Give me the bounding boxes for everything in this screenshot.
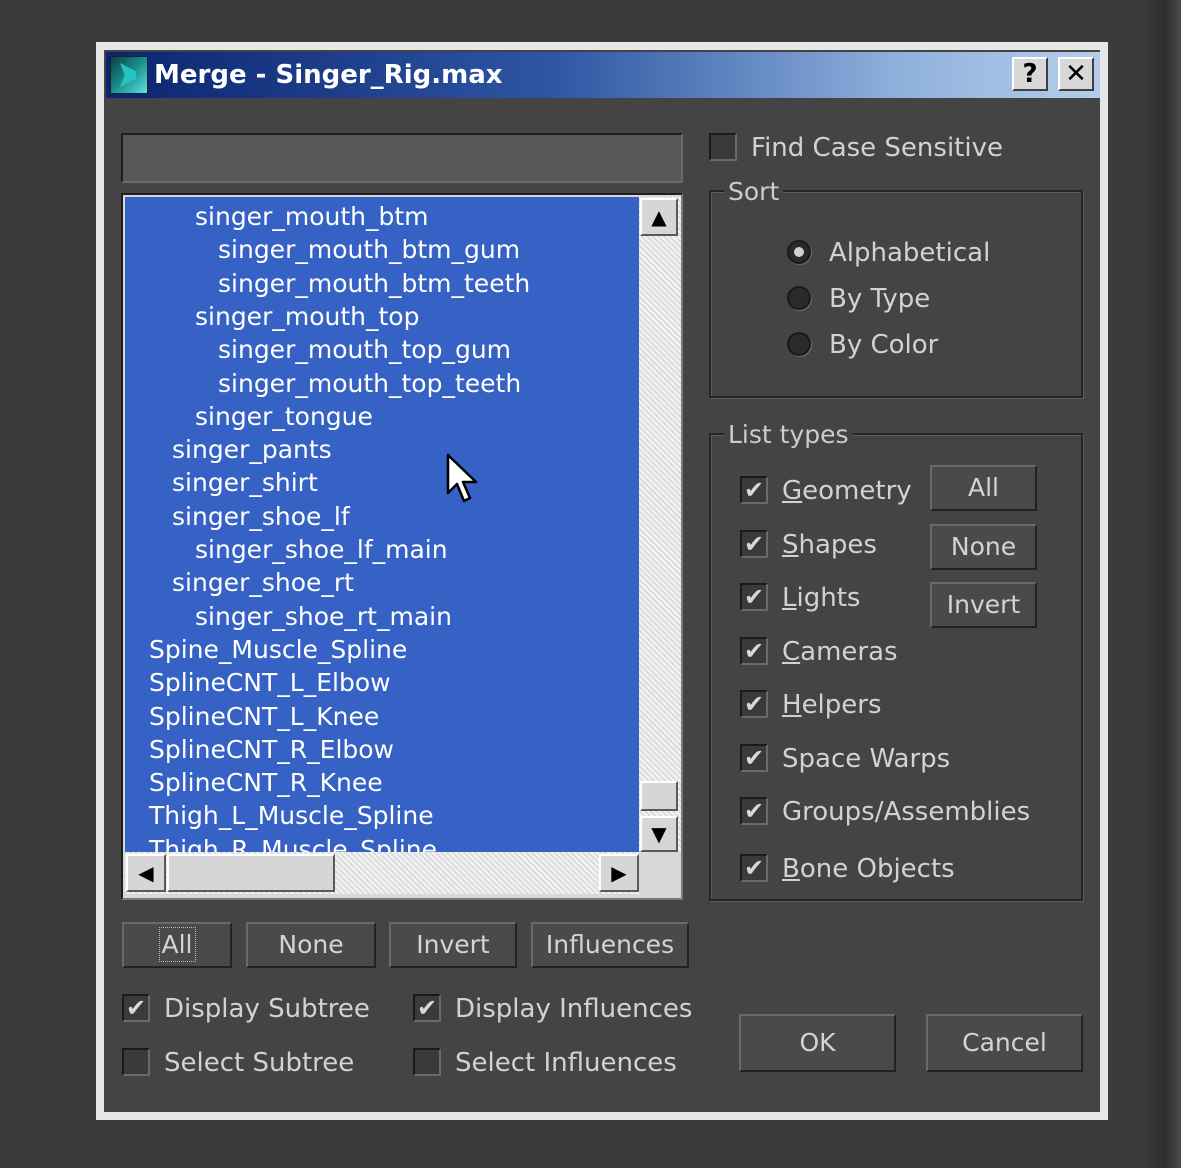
object-list-item[interactable]: singer_pants	[172, 435, 332, 465]
select-all-button[interactable]: All	[122, 922, 232, 968]
cameras-label: Cameras	[782, 637, 898, 667]
object-list-item[interactable]: singer_mouth_btm	[195, 202, 429, 232]
space-warps-checkbox[interactable]: ✔	[740, 744, 768, 772]
types-none-button[interactable]: None	[930, 524, 1037, 570]
scroll-down-arrow-icon[interactable]: ▼	[640, 816, 678, 852]
object-list-item[interactable]: singer_shoe_lf_main	[195, 535, 448, 565]
object-list-item[interactable]: singer_mouth_top_teeth	[218, 369, 521, 399]
display-subtree-checkbox[interactable]: ✔	[122, 994, 150, 1022]
object-list-item[interactable]: SplineCNT_R_Elbow	[149, 735, 394, 765]
mouse-cursor-icon	[446, 453, 478, 503]
scroll-right-arrow-icon[interactable]: ▶	[599, 854, 639, 892]
close-button[interactable]: ✕	[1058, 57, 1094, 91]
sort-alphabetical-radio[interactable]	[787, 240, 811, 264]
object-list-item[interactable]: singer_shoe_lf	[172, 502, 350, 532]
object-list-item[interactable]: SplineCNT_R_Knee	[149, 768, 383, 798]
select-influences-checkbox[interactable]	[413, 1048, 441, 1076]
bone-objects-checkbox[interactable]: ✔	[740, 854, 768, 882]
find-case-sensitive-label: Find Case Sensitive	[751, 133, 1003, 163]
sort-alphabetical-label: Alphabetical	[829, 238, 991, 268]
scroll-left-arrow-icon[interactable]: ◀	[126, 854, 166, 892]
horizontal-scrollbar[interactable]: ◀ ▶	[125, 852, 639, 894]
select-all-label: All	[158, 927, 196, 962]
display-subtree-label: Display Subtree	[164, 994, 370, 1024]
object-list-item[interactable]: Thigh_L_Muscle_Spline	[149, 801, 434, 831]
select-subtree-label: Select Subtree	[164, 1048, 355, 1078]
object-list-item[interactable]: SplineCNT_L_Knee	[149, 702, 379, 732]
invert-selection-label: Invert	[416, 930, 490, 959]
object-list-item[interactable]: SplineCNT_L_Elbow	[149, 668, 391, 698]
object-list-item[interactable]: Spine_Muscle_Spline	[149, 635, 407, 665]
background-panel	[1140, 0, 1181, 1168]
invert-selection-button[interactable]: Invert	[389, 922, 517, 968]
sort-by-type-radio[interactable]	[787, 286, 811, 310]
ok-button[interactable]: OK	[739, 1014, 896, 1072]
sort-group-title: Sort	[724, 177, 784, 207]
object-list-item[interactable]: singer_mouth_btm_teeth	[218, 269, 530, 299]
search-input[interactable]	[121, 133, 683, 183]
sort-by-type-label: By Type	[829, 284, 931, 314]
helpers-checkbox[interactable]: ✔	[740, 690, 768, 718]
types-all-button[interactable]: All	[930, 465, 1037, 511]
types-invert-button[interactable]: Invert	[930, 582, 1037, 628]
bone-objects-label: Bone Objects	[782, 854, 955, 884]
scroll-corner	[639, 852, 681, 894]
cancel-button[interactable]: Cancel	[926, 1014, 1083, 1072]
find-case-sensitive-checkbox[interactable]	[709, 133, 737, 161]
lights-label: Lights	[782, 583, 861, 613]
list-types-group-title: List types	[724, 420, 853, 450]
scroll-up-arrow-icon[interactable]: ▲	[640, 198, 678, 236]
lights-checkbox[interactable]: ✔	[740, 583, 768, 611]
space-warps-label: Space Warps	[782, 744, 951, 774]
object-list-item[interactable]: singer_shoe_rt	[172, 568, 354, 598]
shapes-checkbox[interactable]: ✔	[740, 530, 768, 558]
influences-label: Influences	[545, 930, 675, 959]
object-list-item[interactable]: singer_shoe_rt_main	[195, 602, 452, 632]
display-influences-checkbox[interactable]: ✔	[413, 994, 441, 1022]
object-list-item[interactable]: Thigh_R_Muscle_Spline	[149, 835, 437, 852]
shapes-label: Shapes	[782, 530, 877, 560]
object-list-item[interactable]: singer_mouth_top	[195, 302, 419, 332]
select-none-button[interactable]: None	[246, 922, 376, 968]
object-listbox[interactable]: singer_mouth_btm singer_mouth_btm_gumsing…	[121, 193, 683, 900]
groups-assemblies-label: Groups/Assemblies	[782, 797, 1031, 827]
object-list-item[interactable]: singer_tongue	[195, 402, 373, 432]
object-list-item[interactable]: singer_mouth_btm_gum	[218, 235, 520, 265]
object-list[interactable]: singer_mouth_btm singer_mouth_btm_gumsing…	[125, 197, 639, 852]
help-button[interactable]: ?	[1012, 57, 1048, 91]
sort-by-color-label: By Color	[829, 330, 939, 360]
sort-by-color-radio[interactable]	[787, 332, 811, 356]
influences-button[interactable]: Influences	[531, 922, 689, 968]
object-list-item[interactable]: singer_shirt	[172, 468, 318, 498]
groups-assemblies-checkbox[interactable]: ✔	[740, 797, 768, 825]
cameras-checkbox[interactable]: ✔	[740, 637, 768, 665]
helpers-label: Helpers	[782, 690, 882, 720]
geometry-label: Geometry	[782, 476, 912, 506]
dialog-title: Merge - Singer_Rig.max	[154, 60, 503, 90]
geometry-checkbox[interactable]: ✔	[740, 476, 768, 504]
app-icon	[110, 56, 148, 94]
horizontal-scroll-thumb[interactable]	[167, 854, 335, 892]
select-subtree-checkbox[interactable]	[122, 1048, 150, 1076]
select-none-label: None	[278, 930, 344, 959]
vertical-scroll-thumb[interactable]	[640, 781, 678, 811]
display-influences-label: Display Influences	[455, 994, 693, 1024]
object-list-item[interactable]: singer_mouth_top_gum	[218, 335, 511, 365]
select-influences-label: Select Influences	[455, 1048, 677, 1078]
vertical-scrollbar[interactable]: ▲ ▼	[639, 197, 681, 852]
